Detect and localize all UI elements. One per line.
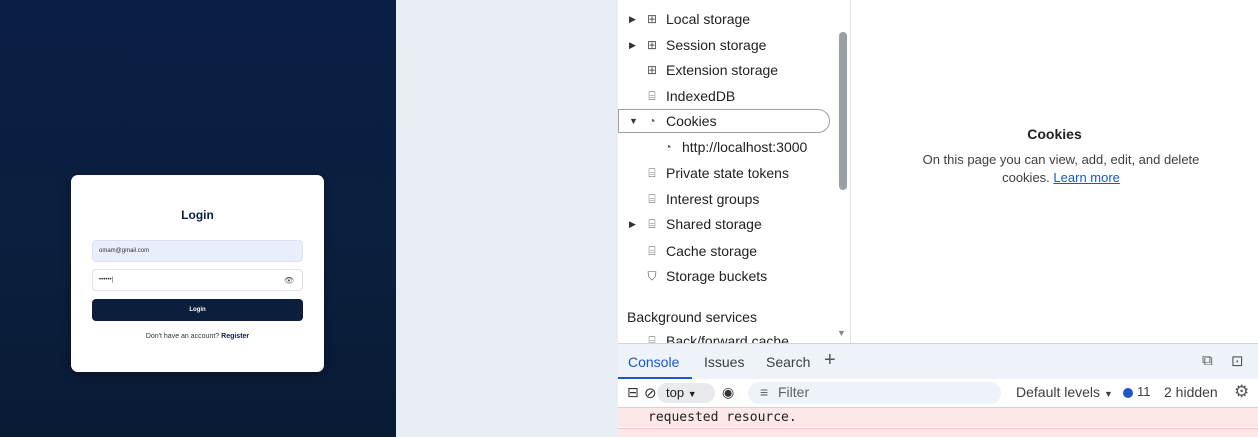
eye-icon[interactable]: 👁 (284, 276, 294, 285)
email-value: omam@gmail.com (99, 248, 150, 254)
tree-item-local-storage[interactable]: ▶ ⊞ Local storage (629, 8, 750, 30)
close-drawer-icon[interactable]: ⊡ (1231, 352, 1244, 370)
register-link[interactable]: Register (221, 333, 249, 340)
tree-item-label: Shared storage (666, 216, 762, 232)
cookie-icon: ◔ (664, 140, 672, 154)
expand-arrow-icon[interactable]: ▶ (629, 219, 639, 230)
tree-item-interest-groups[interactable]: ⌸ Interest groups (645, 188, 759, 210)
filter-icon: ≡ (760, 384, 769, 400)
database-icon: ⌸ (648, 165, 656, 180)
dock-side-icon[interactable]: ⧉ (1202, 352, 1213, 369)
issues-icon (1123, 387, 1133, 398)
login-title: Login (181, 208, 214, 222)
tree-item-label: Cookies (666, 113, 717, 129)
info-title: Cookies (1027, 126, 1082, 142)
console-error-message: requested resource. (618, 407, 1258, 427)
cookie-icon: ◔ (648, 114, 656, 128)
tree-item-label: Session storage (666, 37, 767, 53)
add-tab-icon[interactable]: + (824, 349, 836, 372)
password-value: ••••••| (99, 277, 114, 283)
database-icon: ⌸ (648, 243, 656, 258)
register-row: Don't have an account? Register (71, 333, 324, 340)
tree-item-session-storage[interactable]: ▶ ⊞ Session storage (629, 34, 766, 56)
console-error-message (618, 428, 1258, 437)
tree-item-label: Back/forward cache (666, 333, 789, 343)
tree-item-cache-storage[interactable]: ⌸ Cache storage (645, 240, 757, 262)
tree-item-indexeddb[interactable]: ⌸ IndexedDB (645, 85, 735, 107)
tree-item-shared-storage[interactable]: ▶ ⌸ Shared storage (629, 213, 762, 235)
tree-scrollbar[interactable] (839, 32, 847, 190)
gear-icon[interactable]: ⚙ (1234, 382, 1249, 402)
application-tree: ▶ ⊞ Local storage ▶ ⊞ Session storage ⊞ … (618, 0, 850, 343)
table-icon: ⊞ (646, 38, 658, 52)
page-margin (396, 0, 618, 437)
filter-input[interactable]: ≡ Filter (748, 382, 1001, 404)
log-levels-dropdown[interactable]: Default levels ▼ (1016, 384, 1113, 400)
chevron-down-icon: ▼ (1103, 389, 1113, 399)
collapse-arrow-icon[interactable]: ▼ (629, 116, 639, 126)
tree-item-storage-buckets[interactable]: ⛉ Storage buckets (645, 265, 767, 287)
sidebar-toggle-icon[interactable]: ⊟ (627, 384, 639, 401)
tree-item-label: IndexedDB (666, 88, 736, 104)
email-field[interactable]: omam@gmail.com (92, 240, 303, 262)
tree-item-private-state-tokens[interactable]: ⌸ Private state tokens (645, 162, 789, 184)
bucket-icon: ⛉ (647, 268, 657, 283)
tree-item-cookies[interactable]: ▼ ◔ Cookies (618, 109, 830, 133)
tree-item-label: Extension storage (666, 62, 779, 78)
tree-item-label: http://localhost:3000 (682, 139, 808, 155)
tab-search[interactable]: Search (766, 354, 810, 370)
login-button[interactable]: Login (92, 299, 303, 321)
tree-item-label: Private state tokens (666, 165, 789, 181)
tree-item-back-forward-cache[interactable]: ⌸ Back/forward cache (645, 330, 789, 343)
password-field[interactable]: ••••••| 👁 (92, 269, 303, 291)
clear-console-icon[interactable]: ⊘ (644, 384, 657, 402)
drawer-tabbar: Console Issues Search + ⧉ ⊡ (618, 343, 1258, 380)
chevron-down-icon: ▼ (687, 389, 697, 399)
expand-arrow-icon[interactable]: ▶ (629, 14, 639, 25)
app-viewport: Login omam@gmail.com ••••••| 👁 Login Don… (0, 0, 396, 437)
login-card: Login omam@gmail.com ••••••| 👁 Login Don… (71, 175, 324, 372)
info-description: On this page you can view, add, edit, an… (922, 152, 1200, 185)
tab-issues[interactable]: Issues (704, 354, 744, 370)
tree-item-label: Interest groups (666, 191, 760, 207)
table-icon: ⊞ (646, 12, 658, 26)
tree-item-extension-storage[interactable]: ⊞ Extension storage (645, 59, 778, 81)
tree-item-label: Local storage (666, 11, 751, 27)
live-expression-eye-icon[interactable]: ◉ (722, 384, 734, 401)
register-prompt: Don't have an account? (145, 333, 220, 340)
database-icon: ⌸ (648, 88, 656, 103)
table-icon: ⊞ (646, 63, 658, 77)
section-background-services: Background services (627, 309, 757, 325)
scroll-down-arrow-icon[interactable]: ▼ (837, 328, 846, 338)
learn-more-link[interactable]: Learn more (1053, 170, 1119, 185)
tree-item-label: Cache storage (666, 243, 758, 259)
database-icon: ⌸ (648, 333, 656, 344)
console-message-text: requested resource. (648, 410, 797, 425)
tree-item-localhost-cookies[interactable]: ◔ http://localhost:3000 (661, 136, 807, 158)
context-select[interactable]: top ▼ (657, 383, 715, 403)
tab-console[interactable]: Console (628, 354, 679, 370)
hidden-count: 2 hidden (1164, 384, 1218, 400)
cookies-info-panel: Cookies On this page you can view, add, … (851, 0, 1258, 343)
database-icon: ⌸ (648, 216, 656, 231)
devtools-panel: ▶ ⊞ Local storage ▶ ⊞ Session storage ⊞ … (618, 0, 1258, 437)
expand-arrow-icon[interactable]: ▶ (629, 40, 639, 51)
database-icon: ⌸ (648, 191, 656, 206)
issues-badge[interactable]: 11 (1123, 384, 1151, 399)
tree-item-label: Storage buckets (666, 268, 768, 284)
console-toolbar: ⊟ ⊘ top ▼ ◉ ≡ Filter Default levels ▼ 11… (618, 379, 1258, 407)
